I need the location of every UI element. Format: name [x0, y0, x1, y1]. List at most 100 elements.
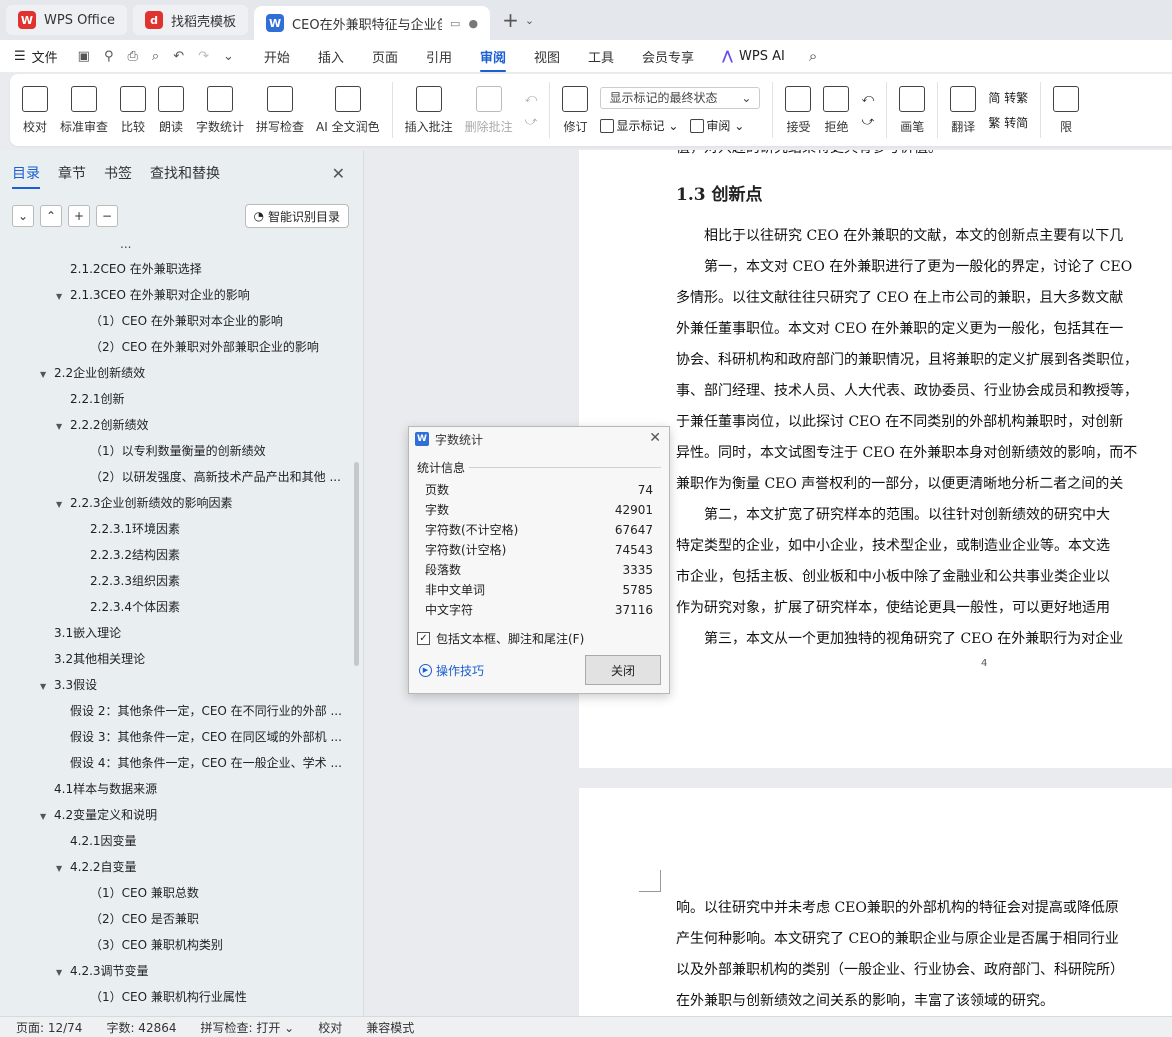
toc-item[interactable]: 2.1.2CEO 在外兼职选择 — [0, 256, 356, 282]
toc-item[interactable]: （2）CEO 是否兼职 — [0, 906, 356, 932]
toc-item[interactable]: ▼ 4.2.2自变量 — [0, 854, 356, 880]
remove-heading-button[interactable]: − — [96, 205, 118, 227]
caret-down-icon[interactable]: ▼ — [56, 856, 70, 880]
menu-insert[interactable]: 插入 — [318, 41, 344, 72]
tab-document[interactable]: W CEO在外兼职特征与企业创新 ▭ ● — [254, 6, 491, 40]
toc-item[interactable]: ▼ 4.2.3调节变量 — [0, 958, 356, 984]
expand-down-button[interactable]: ⌄ — [12, 205, 34, 227]
include-textbox-checkbox[interactable]: ✓ 包括文本框、脚注和尾注(F) — [417, 630, 661, 647]
toc-item[interactable]: ▼ 2.2企业创新绩效 — [0, 360, 356, 386]
print-preview-icon[interactable]: ⌕ — [152, 49, 159, 64]
reject-button[interactable]: 拒绝 — [817, 78, 855, 142]
markup-state-select[interactable]: 显示标记的最终状态 ⌄ — [600, 86, 761, 109]
tab-find-replace[interactable]: 查找和替换 — [150, 157, 220, 189]
menu-home[interactable]: 开始 — [264, 41, 290, 72]
checkbox[interactable]: ✓ — [417, 632, 430, 645]
wps-ai-menu[interactable]: ⋀ WPS AI — [722, 49, 785, 64]
menu-view[interactable]: 视图 — [534, 41, 560, 72]
toc-item[interactable]: （1）CEO 兼职机构行业属性 — [0, 984, 356, 1010]
insert-comment-button[interactable]: 插入批注 — [399, 78, 459, 142]
word-count-indicator[interactable]: 字数: 42864 — [106, 1019, 176, 1036]
toc-item[interactable]: 4.1样本与数据来源 — [0, 776, 356, 802]
spell-check-button[interactable]: 拼写检查 — [250, 78, 310, 142]
menu-member[interactable]: 会员专享 — [642, 41, 694, 72]
toc-item[interactable]: （1）以专利数量衡量的创新绩效 — [0, 438, 356, 464]
spell-check-indicator[interactable]: 拼写检查: 打开 ⌄ — [201, 1019, 295, 1036]
menu-tools[interactable]: 工具 — [588, 41, 614, 72]
word-count-button[interactable]: 字数统计 — [190, 78, 250, 142]
toc-item[interactable]: （1）CEO 在外兼职对本企业的影响 — [0, 308, 356, 334]
page-indicator[interactable]: 页面: 12/74 — [16, 1019, 82, 1036]
menu-page[interactable]: 页面 — [372, 41, 398, 72]
caret-down-icon[interactable]: ▼ — [40, 804, 54, 828]
pen-button[interactable]: 画笔 — [893, 78, 931, 142]
undo-icon[interactable]: ↶ — [173, 49, 184, 64]
restrict-editing-button[interactable]: 限 — [1047, 78, 1085, 142]
toc-item[interactable]: 2.2.1创新 — [0, 386, 356, 412]
new-tab-plus-icon[interactable]: + — [502, 8, 519, 32]
tab-wps-office[interactable]: W WPS Office — [6, 5, 128, 35]
caret-down-icon[interactable]: ▼ — [40, 674, 54, 698]
tab-sections[interactable]: 章节 — [58, 157, 86, 189]
ai-polish-button[interactable]: AI 全文润色 — [310, 78, 386, 142]
next-comment-icon[interactable]: ⤻ — [525, 114, 538, 129]
print-icon[interactable]: ⎙ — [128, 49, 138, 64]
to-simplified-button[interactable]: 繁 转简 — [988, 114, 1028, 131]
toc-item[interactable]: ▼ 2.2.3企业创新绩效的影响因素 — [0, 490, 356, 516]
tips-link[interactable]: ▶ 操作技巧 — [419, 662, 484, 679]
tab-bookmarks[interactable]: 书签 — [104, 157, 132, 189]
dialog-titlebar[interactable]: W 字数统计 ✕ — [409, 427, 669, 451]
to-traditional-button[interactable]: 简 转繁 — [988, 89, 1028, 106]
toc-item[interactable]: 2.2.3.1环境因素 — [0, 516, 356, 542]
toc-item[interactable]: 假设 4：其他条件一定，CEO 在一般企业、学术 ... — [0, 750, 356, 776]
unsaved-dot-icon[interactable]: ● — [468, 17, 478, 30]
caret-down-icon[interactable]: ▼ — [40, 362, 54, 386]
collapse-up-button[interactable]: ⌃ — [40, 205, 62, 227]
proof-indicator[interactable]: 校对 — [318, 1019, 342, 1036]
toc-item[interactable]: 3.2其他相关理论 — [0, 646, 356, 672]
toc-item[interactable]: ▼ 2.2.2创新绩效 — [0, 412, 356, 438]
accept-button[interactable]: 接受 — [779, 78, 817, 142]
toc-item[interactable]: （3）CEO 兼职机构类别 — [0, 932, 356, 958]
toc-item[interactable]: 2.2.3.4个体因素 — [0, 594, 356, 620]
file-menu[interactable]: ☰ 文件 — [14, 47, 58, 66]
tab-template[interactable]: d 找稻壳模板 — [133, 5, 249, 35]
tab-toc[interactable]: 目录 — [12, 157, 40, 189]
review-pane-button[interactable]: 审阅 ⌄ — [690, 117, 744, 134]
add-heading-button[interactable]: + — [68, 205, 90, 227]
toc-item[interactable]: 假设 2：其他条件一定，CEO 在不同行业的外部 ... — [0, 698, 356, 724]
search-icon[interactable]: ⌕ — [809, 47, 817, 65]
caret-down-icon[interactable]: ▼ — [56, 414, 70, 438]
standard-review-button[interactable]: 标准审查 — [54, 78, 114, 142]
compare-button[interactable]: 比较 — [114, 78, 152, 142]
translate-button[interactable]: 翻译 — [944, 78, 982, 142]
toc-item[interactable]: 假设 3：其他条件一定，CEO 在同区域的外部机 ... — [0, 724, 356, 750]
read-aloud-button[interactable]: 朗读 — [152, 78, 190, 142]
chevron-down-icon[interactable]: ⌄ — [525, 14, 534, 27]
previous-revision-icon[interactable]: ⤺ — [861, 91, 874, 106]
toc-item[interactable]: 4.2.1因变量 — [0, 828, 356, 854]
smart-toc-button[interactable]: ◔ 智能识别目录 — [244, 204, 349, 228]
previous-comment-icon[interactable]: ⤺ — [525, 91, 538, 106]
toc-item[interactable]: （2）CEO 在外兼职对外部兼职企业的影响 — [0, 334, 356, 360]
toc-item[interactable]: ▼ 2.1.3CEO 在外兼职对企业的影响 — [0, 282, 356, 308]
toc-item[interactable]: ▼ 3.3假设 — [0, 672, 356, 698]
toc-item[interactable]: 2.2.3.2结构因素 — [0, 542, 356, 568]
redo-icon[interactable]: ↷ — [198, 49, 209, 64]
caret-down-icon[interactable]: ▼ — [56, 960, 70, 984]
menu-review[interactable]: 审阅 — [479, 41, 506, 72]
more-chevron-icon[interactable]: ⌄ — [223, 49, 234, 64]
close-icon[interactable]: ✕ — [649, 430, 661, 446]
toc-item[interactable]: 3.1嵌入理论 — [0, 620, 356, 646]
revise-button[interactable]: 修订 — [556, 78, 594, 142]
toc-item[interactable]: ▼ 4.2变量定义和说明 — [0, 802, 356, 828]
toc-item[interactable]: 2.2.3.3组织因素 — [0, 568, 356, 594]
save-icon[interactable]: ▣ — [78, 49, 90, 64]
menu-references[interactable]: 引用 — [426, 41, 452, 72]
toc-item[interactable]: （1）CEO 兼职总数 — [0, 880, 356, 906]
toc-item[interactable]: （2）以研发强度、高新技术产品产出和其他 ... — [0, 464, 356, 490]
close-button[interactable]: 关闭 — [585, 655, 661, 685]
caret-down-icon[interactable]: ▼ — [56, 284, 70, 308]
caret-down-icon[interactable]: ▼ — [56, 492, 70, 516]
proofread-button[interactable]: 校对 — [16, 78, 54, 142]
